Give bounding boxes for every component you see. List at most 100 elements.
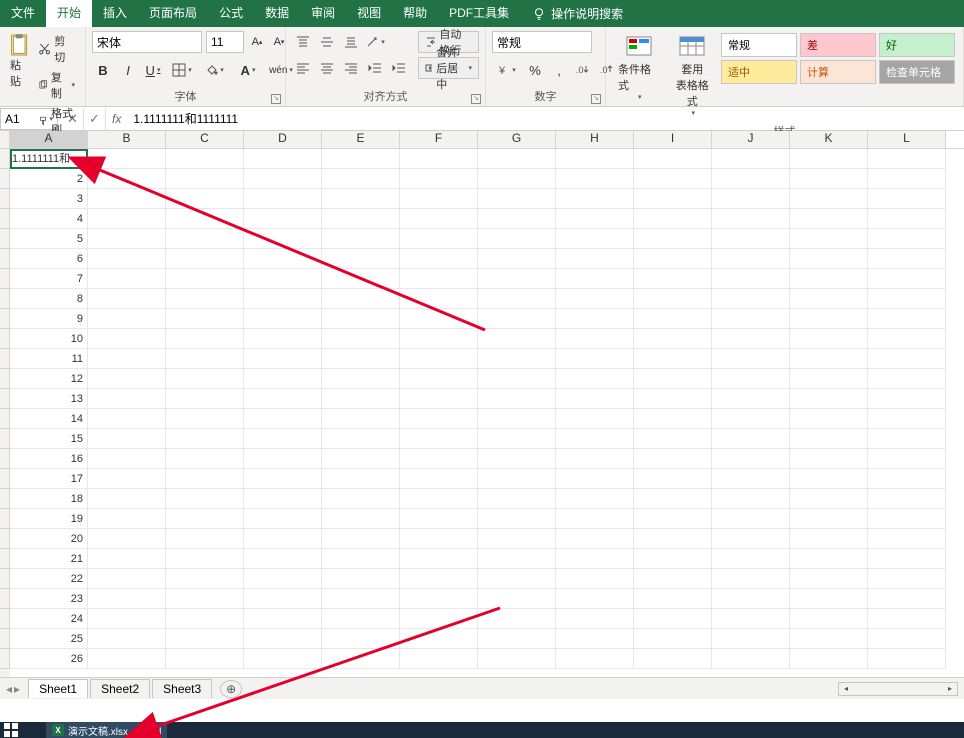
cell[interactable] [478, 609, 556, 629]
tab-layout[interactable]: 页面布局 [138, 0, 208, 27]
cell[interactable] [634, 429, 712, 449]
cell[interactable] [556, 289, 634, 309]
cell[interactable] [790, 609, 868, 629]
row-header[interactable] [0, 269, 10, 289]
cell[interactable] [634, 649, 712, 669]
cell[interactable] [244, 449, 322, 469]
cell[interactable] [868, 629, 946, 649]
bold-button[interactable]: B [92, 59, 114, 81]
cell[interactable] [244, 209, 322, 229]
cell[interactable] [556, 269, 634, 289]
style-check-cell[interactable]: 检查单元格 [879, 60, 955, 84]
cell[interactable] [478, 329, 556, 349]
cell[interactable]: 7 [10, 269, 88, 289]
col-header-I[interactable]: I [634, 131, 712, 148]
tab-view[interactable]: 视图 [346, 0, 392, 27]
cell[interactable]: 8 [10, 289, 88, 309]
cell[interactable] [166, 249, 244, 269]
cell[interactable] [400, 349, 478, 369]
italic-button[interactable]: I [117, 59, 139, 81]
cell[interactable] [556, 169, 634, 189]
cell[interactable] [712, 329, 790, 349]
orientation-button[interactable]: ▾ [364, 31, 386, 53]
cell[interactable] [712, 549, 790, 569]
cell[interactable] [712, 389, 790, 409]
cell[interactable] [556, 209, 634, 229]
cell[interactable] [478, 209, 556, 229]
cell[interactable]: 12 [10, 369, 88, 389]
cell[interactable] [712, 429, 790, 449]
cell[interactable]: 25 [10, 629, 88, 649]
col-header-G[interactable]: G [478, 131, 556, 148]
paste-button[interactable]: 粘贴 [10, 33, 30, 89]
cell[interactable]: 21 [10, 549, 88, 569]
cell[interactable] [868, 429, 946, 449]
cell[interactable] [244, 489, 322, 509]
cell[interactable] [166, 269, 244, 289]
cell[interactable] [244, 409, 322, 429]
cell[interactable] [634, 349, 712, 369]
cell[interactable]: 1.1111111和 [10, 149, 88, 169]
cell[interactable] [790, 529, 868, 549]
comma-button[interactable]: , [548, 59, 570, 81]
cell[interactable] [400, 149, 478, 169]
font-name-select[interactable] [92, 31, 202, 53]
cell[interactable] [868, 389, 946, 409]
cell[interactable] [712, 469, 790, 489]
align-left-button[interactable] [292, 57, 314, 79]
increase-font-button[interactable]: A▴ [248, 31, 266, 53]
cell[interactable] [166, 569, 244, 589]
cell[interactable] [712, 409, 790, 429]
row-header[interactable] [0, 209, 10, 229]
cell[interactable] [712, 289, 790, 309]
cells-area[interactable]: 1.1111111和234567891011121314151617181920… [10, 149, 964, 677]
cell[interactable]: 13 [10, 389, 88, 409]
cell[interactable] [88, 449, 166, 469]
cell[interactable]: 6 [10, 249, 88, 269]
cell[interactable] [556, 549, 634, 569]
cell[interactable] [634, 249, 712, 269]
sheet-tab-2[interactable]: Sheet2 [90, 679, 150, 698]
cell[interactable] [478, 549, 556, 569]
cell[interactable] [88, 629, 166, 649]
cell[interactable] [634, 569, 712, 589]
cell[interactable] [244, 189, 322, 209]
cell[interactable] [322, 289, 400, 309]
cell[interactable]: 20 [10, 529, 88, 549]
cell[interactable] [166, 329, 244, 349]
cell[interactable] [478, 409, 556, 429]
row-header[interactable] [0, 309, 10, 329]
cell[interactable] [244, 589, 322, 609]
col-header-K[interactable]: K [790, 131, 868, 148]
row-header[interactable] [0, 329, 10, 349]
cell[interactable] [868, 369, 946, 389]
cell[interactable] [634, 449, 712, 469]
cell[interactable] [166, 469, 244, 489]
cell[interactable] [166, 629, 244, 649]
cell[interactable] [88, 589, 166, 609]
cell[interactable] [244, 569, 322, 589]
row-header[interactable] [0, 369, 10, 389]
cell[interactable] [322, 309, 400, 329]
col-header-E[interactable]: E [322, 131, 400, 148]
cell[interactable] [244, 649, 322, 669]
tab-home[interactable]: 开始 [46, 0, 92, 27]
cell[interactable] [166, 449, 244, 469]
cell[interactable] [478, 369, 556, 389]
cell[interactable]: 17 [10, 469, 88, 489]
cell[interactable] [88, 609, 166, 629]
cell[interactable] [868, 489, 946, 509]
cell[interactable] [790, 409, 868, 429]
cell[interactable] [478, 389, 556, 409]
cell[interactable] [634, 169, 712, 189]
cell[interactable] [790, 369, 868, 389]
cell[interactable] [556, 409, 634, 429]
fill-color-button[interactable]: ▾ [200, 59, 230, 81]
cell[interactable] [868, 589, 946, 609]
tab-data[interactable]: 数据 [254, 0, 300, 27]
row-header[interactable] [0, 549, 10, 569]
cell[interactable] [244, 469, 322, 489]
row-header[interactable] [0, 469, 10, 489]
cell[interactable] [712, 309, 790, 329]
cell[interactable] [868, 309, 946, 329]
